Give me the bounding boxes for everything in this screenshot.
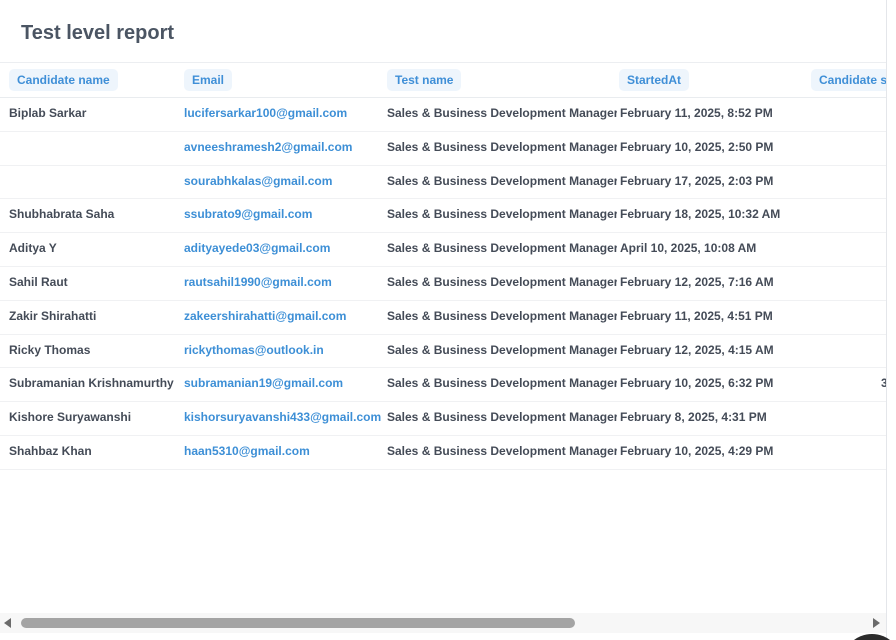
column-header-label: Email	[184, 69, 233, 91]
column-header-label: StartedAt	[619, 69, 690, 91]
table-row[interactable]: sourabhkalas@gmail.com Sales & Business …	[0, 166, 886, 200]
started-at: February 10, 2025, 4:29 PM	[620, 443, 774, 458]
candidate-email-link[interactable]: subramanian19@gmail.com	[184, 368, 384, 401]
page-title: Test level report	[21, 22, 175, 44]
column-header-label: Candidate sc	[811, 69, 886, 91]
test-name: Sales & Business Development Manager	[387, 376, 617, 391]
test-name: Sales & Business Development Manager	[387, 410, 617, 425]
chat-widget-button[interactable]	[842, 634, 896, 640]
table-row[interactable]: avneeshramesh2@gmail.com Sales & Busines…	[0, 132, 886, 166]
table-row[interactable]: Sahil Raut rautsahil1990@gmail.com Sales…	[0, 267, 886, 301]
candidate-name: Zakir Shirahatti	[9, 308, 97, 323]
report-table: Candidate name Email Test name StartedAt…	[0, 63, 886, 613]
candidate-name: Subramanian Krishnamurthy	[9, 376, 174, 391]
candidate-name: Shahbaz Khan	[9, 443, 92, 458]
column-header-email[interactable]: Email	[184, 69, 233, 91]
table-row[interactable]: Shubhabrata Saha ssubrato9@gmail.com Sal…	[0, 199, 886, 234]
table-row[interactable]: Ricky Thomas rickythomas@outlook.in Sale…	[0, 335, 886, 369]
candidate-name: Biplab Sarkar	[9, 106, 87, 120]
started-at: February 12, 2025, 7:16 AM	[620, 274, 774, 289]
report-page: Test level report Candidate name Email T…	[0, 0, 896, 640]
column-header-label: Test name	[387, 69, 462, 91]
candidate-name: Aditya Y	[9, 241, 57, 256]
test-name: Sales & Business Development Manager	[387, 173, 617, 188]
candidate-email-link[interactable]: rickythomas@outlook.in	[184, 335, 384, 368]
test-name: Sales & Business Development Manager	[387, 342, 617, 357]
test-name: Sales & Business Development Manager	[387, 443, 617, 458]
candidate-email-link[interactable]: lucifersarkar100@gmail.com	[184, 98, 384, 131]
started-at: February 18, 2025, 10:32 AM	[620, 207, 781, 222]
started-at: February 10, 2025, 6:32 PM	[620, 376, 774, 391]
candidate-name: Shubhabrata Saha	[9, 207, 115, 222]
candidate-name	[9, 132, 179, 165]
table-row[interactable]: Kishore Suryawanshi kishorsuryavanshi433…	[0, 402, 886, 436]
test-name: Sales & Business Development Manager	[387, 308, 617, 323]
candidate-name: Sahil Raut	[9, 274, 68, 289]
column-header-started-at[interactable]: StartedAt	[619, 69, 690, 91]
test-name: Sales & Business Development Manager	[387, 106, 617, 120]
started-at: February 12, 2025, 4:15 AM	[620, 342, 774, 357]
scrollbar-thumb[interactable]	[21, 618, 575, 628]
started-at: April 10, 2025, 10:08 AM	[620, 241, 757, 256]
arrow-right-icon[interactable]	[873, 618, 880, 628]
candidate-email-link[interactable]: sourabhkalas@gmail.com	[184, 166, 384, 199]
table-row[interactable]: Biplab Sarkar lucifersarkar100@gmail.com…	[0, 98, 886, 132]
started-at: February 10, 2025, 2:50 PM	[620, 139, 774, 154]
test-name: Sales & Business Development Manager	[387, 207, 617, 222]
started-at: February 11, 2025, 8:52 PM	[620, 106, 773, 120]
started-at: February 8, 2025, 4:31 PM	[620, 410, 767, 425]
candidate-name	[9, 166, 179, 199]
column-header-candidate-score[interactable]: Candidate sc	[811, 69, 886, 91]
column-header-test-name[interactable]: Test name	[387, 69, 462, 91]
candidate-email-link[interactable]: haan5310@gmail.com	[184, 436, 384, 469]
started-at: February 11, 2025, 4:51 PM	[620, 308, 773, 323]
candidate-email-link[interactable]: kishorsuryavanshi433@gmail.com	[184, 402, 384, 435]
table-row[interactable]: Aditya Y adityayede03@gmail.com Sales & …	[0, 233, 886, 267]
table-body: Biplab Sarkar lucifersarkar100@gmail.com…	[0, 98, 886, 470]
column-header-label: Candidate name	[9, 69, 118, 91]
table-row[interactable]: Zakir Shirahatti zakeershirahatti@gmail.…	[0, 301, 886, 335]
test-name: Sales & Business Development Manager	[387, 139, 617, 154]
table-row[interactable]: Subramanian Krishnamurthy subramanian19@…	[0, 368, 886, 403]
candidate-email-link[interactable]: rautsahil1990@gmail.com	[184, 267, 384, 300]
candidate-name: Ricky Thomas	[9, 342, 91, 357]
started-at: February 17, 2025, 2:03 PM	[620, 173, 774, 188]
candidate-email-link[interactable]: adityayede03@gmail.com	[184, 233, 384, 266]
column-header-candidate-name[interactable]: Candidate name	[9, 69, 118, 91]
candidate-email-link[interactable]: avneeshramesh2@gmail.com	[184, 132, 384, 165]
test-name: Sales & Business Development Manager	[387, 241, 617, 256]
panel-edge-divider	[886, 0, 887, 640]
horizontal-scrollbar[interactable]	[0, 613, 886, 633]
arrow-left-icon[interactable]	[4, 618, 11, 628]
table-header: Candidate name Email Test name StartedAt…	[0, 63, 886, 98]
test-name: Sales & Business Development Manager	[387, 274, 617, 289]
candidate-email-link[interactable]: ssubrato9@gmail.com	[184, 199, 384, 232]
candidate-email-link[interactable]: zakeershirahatti@gmail.com	[184, 301, 384, 334]
candidate-name: Kishore Suryawanshi	[9, 410, 132, 425]
table-row[interactable]: Shahbaz Khan haan5310@gmail.com Sales & …	[0, 436, 886, 470]
